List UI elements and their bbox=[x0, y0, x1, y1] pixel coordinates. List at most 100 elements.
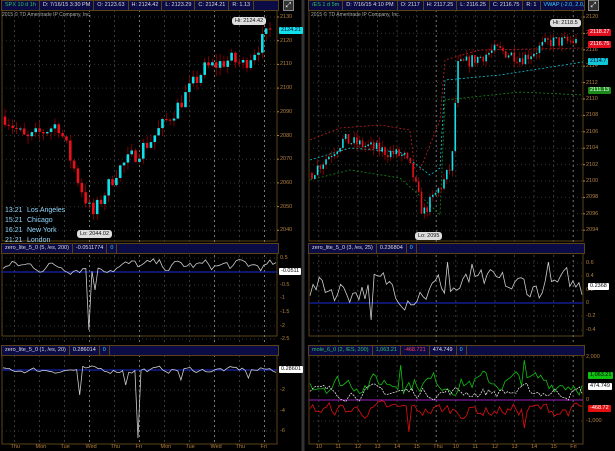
time-axis-label: 12 bbox=[491, 444, 499, 450]
candle-up bbox=[333, 154, 336, 156]
candle-up bbox=[199, 74, 203, 83]
study-value: 0.236804 bbox=[377, 244, 407, 253]
candle-down bbox=[26, 134, 30, 137]
vwap-study-label[interactable]: VWAP (-2.0, 2.0, DAY) bbox=[541, 1, 585, 10]
candle-up bbox=[118, 165, 122, 178]
time-axis-label: 15 bbox=[413, 444, 420, 450]
time-axis-label: 13 bbox=[374, 444, 381, 450]
candle-up bbox=[451, 151, 454, 171]
candle-up bbox=[49, 128, 53, 133]
high-label: H: 2124.42 bbox=[129, 1, 163, 10]
candle-up bbox=[45, 132, 49, 134]
study-name[interactable]: zero_lite_5_0 (3, /es, 25) bbox=[309, 244, 377, 253]
study-extra: 0 bbox=[457, 346, 467, 355]
candle-up bbox=[403, 152, 406, 155]
candle-up bbox=[336, 151, 339, 155]
study-extra: 0 bbox=[100, 346, 110, 355]
candle-up bbox=[431, 194, 434, 197]
study-axis-label: -0.2 bbox=[586, 313, 596, 319]
study-name[interactable]: zero_lite_5_0 (5, /es, 200) bbox=[2, 244, 73, 253]
left-chart-header: SPX 10 d 1h D: 7/16/15 3:30 PM O: 2123.6… bbox=[1, 0, 279, 11]
time-axis-label: 14 bbox=[394, 444, 401, 450]
symbol-label[interactable]: SPX 10 d 1h bbox=[2, 1, 40, 10]
candle-down bbox=[72, 160, 76, 169]
candle-up bbox=[401, 154, 403, 156]
timezone-row: 15:21 Chicago bbox=[5, 217, 53, 224]
study1-value-tag: 0.2368 bbox=[588, 283, 609, 290]
study-name[interactable]: zero_lite_5_0 (1, /es, 20) bbox=[2, 346, 70, 355]
candle-up bbox=[446, 169, 448, 180]
time-axis-label: 14 bbox=[531, 444, 538, 450]
timezone-row: 16:21 New York bbox=[5, 227, 57, 234]
study2-value-tag: 0.28601 bbox=[279, 366, 303, 373]
right-chart-settings-icon[interactable]: ⤢ bbox=[588, 0, 599, 11]
candle-up bbox=[485, 54, 487, 62]
price-axis-label: 2090 bbox=[280, 108, 293, 115]
time-axis-label: Mon bbox=[160, 444, 172, 450]
candle-up bbox=[507, 55, 510, 58]
candle-up bbox=[161, 118, 164, 129]
time-axis-label: Tue bbox=[185, 444, 195, 450]
copyright-label: 2015 © TD Ameritrade IP Company, Inc. bbox=[2, 12, 92, 18]
close-label: C: 2116.75 bbox=[490, 1, 524, 10]
candle-up bbox=[479, 56, 482, 58]
candle-down bbox=[547, 38, 549, 40]
time-axis-label: Thu bbox=[433, 444, 443, 450]
candle-up bbox=[538, 45, 541, 53]
candle-up bbox=[353, 137, 355, 144]
candle-up bbox=[211, 62, 214, 66]
candle-up bbox=[358, 140, 361, 145]
time-axis-label: 10 bbox=[452, 444, 459, 450]
candle-down bbox=[214, 62, 218, 68]
price-axis-label: 2120 bbox=[280, 37, 293, 44]
candle-up bbox=[533, 53, 535, 57]
price-axis-label: 2112 bbox=[586, 79, 598, 86]
candle-down bbox=[245, 59, 249, 68]
open-label: O: 2117 bbox=[398, 1, 424, 10]
study-axis-label: -6 bbox=[280, 428, 285, 434]
candle-up bbox=[367, 144, 369, 146]
candle-up bbox=[561, 37, 563, 46]
symbol-label[interactable]: /ES 1 d 5m bbox=[309, 1, 344, 10]
candle-up bbox=[434, 192, 437, 195]
open-label: O: 2123.63 bbox=[94, 1, 129, 10]
candle-down bbox=[42, 131, 45, 134]
time-axis-label: Fri bbox=[570, 444, 577, 450]
candle-down bbox=[420, 191, 423, 214]
candle-down bbox=[409, 157, 412, 164]
candle-up bbox=[34, 128, 38, 133]
candle-up bbox=[314, 175, 316, 179]
candle-up bbox=[344, 134, 347, 139]
range-label: R: 1.13 bbox=[229, 1, 255, 10]
candle-down bbox=[356, 137, 358, 145]
study-name[interactable]: mole_6_0 (2, /ES, 200) bbox=[309, 346, 373, 355]
study-axis-label: 0.6 bbox=[586, 260, 594, 266]
candle-up bbox=[328, 156, 330, 160]
candle-down bbox=[7, 124, 11, 126]
time-axis-label: 13 bbox=[511, 444, 518, 450]
candle-down bbox=[38, 128, 41, 132]
study-axis-label: 0.5 bbox=[280, 255, 288, 261]
candle-down bbox=[311, 172, 313, 179]
candle-down bbox=[22, 128, 26, 135]
time-axis-label: Fri bbox=[260, 444, 267, 450]
candle-down bbox=[482, 56, 485, 62]
candle-down bbox=[516, 61, 518, 63]
price-axis-label: 2102 bbox=[586, 161, 599, 168]
time-axis-label: Mon bbox=[35, 444, 47, 450]
candle-up bbox=[19, 128, 22, 130]
candle-up bbox=[322, 164, 325, 169]
candle-down bbox=[417, 181, 420, 192]
candle-up bbox=[241, 59, 245, 63]
study-value-white: 474.749 bbox=[430, 346, 457, 355]
candle-down bbox=[468, 56, 471, 67]
candle-down bbox=[237, 62, 241, 64]
price-axis-label: 2094 bbox=[586, 227, 599, 234]
study-value: -0.0511774 bbox=[73, 244, 108, 253]
candle-up bbox=[437, 188, 440, 193]
charts-canvas[interactable] bbox=[0, 0, 615, 451]
study-axis-label: -1 bbox=[280, 295, 285, 301]
left-chart-settings-icon[interactable]: ⤢ bbox=[283, 0, 294, 11]
candle-down bbox=[134, 150, 137, 162]
candle-up bbox=[395, 149, 398, 155]
